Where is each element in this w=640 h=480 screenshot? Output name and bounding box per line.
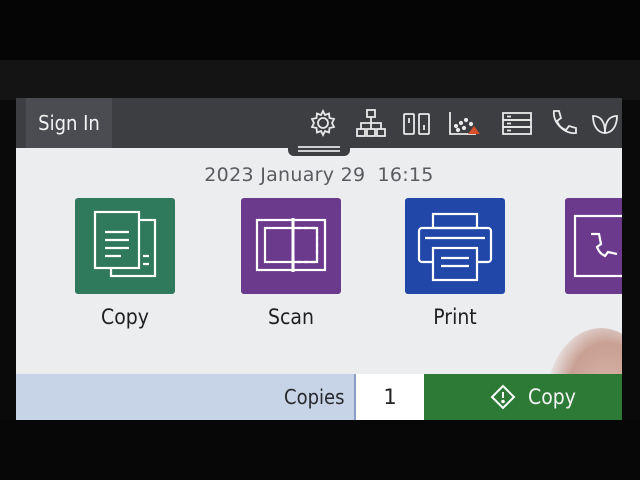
copies-count-field[interactable]: 1 <box>354 374 426 420</box>
wifi-direct-icon[interactable] <box>400 106 434 140</box>
device-bezel-top <box>0 0 640 60</box>
start-copy-button[interactable]: Copy <box>424 374 622 420</box>
phone-icon[interactable] <box>546 106 580 140</box>
date-text: 2023 January 29 <box>204 164 366 186</box>
ink-levels-icon[interactable] <box>446 106 480 140</box>
network-icon[interactable] <box>354 106 388 140</box>
printer-control-panel: Sign In 2023 January 29 16:15 Copy Scan … <box>16 98 622 420</box>
start-diamond-icon <box>490 384 516 410</box>
gear-icon[interactable] <box>306 106 340 140</box>
home-drawer-handle[interactable] <box>288 146 350 156</box>
tray-icon[interactable] <box>500 106 534 140</box>
app-label: Copy <box>101 305 149 329</box>
copies-label: Copies <box>284 385 345 409</box>
app-tile-copy[interactable]: Copy <box>75 198 185 338</box>
start-copy-label: Copy <box>528 385 576 409</box>
app-tile-scan[interactable]: Scan <box>241 198 351 338</box>
scan-icon[interactable] <box>241 198 341 294</box>
fax-icon[interactable] <box>565 198 622 294</box>
app-tile-fax[interactable] <box>565 198 622 338</box>
date-time-display: 2023 January 29 16:15 <box>16 164 622 186</box>
status-bar: Sign In <box>16 98 622 156</box>
copy-icon[interactable] <box>75 198 175 294</box>
app-tile-print[interactable]: Print <box>405 198 515 338</box>
device-bezel-band <box>0 60 640 100</box>
device-bezel-bottom <box>0 420 640 480</box>
app-label: Scan <box>268 305 314 329</box>
time-text: 16:15 <box>377 164 434 186</box>
app-label: Print <box>433 305 477 329</box>
eco-leaf-icon[interactable] <box>588 106 622 140</box>
print-icon[interactable] <box>405 198 505 294</box>
action-bar: Copies 1 Copy <box>16 374 622 420</box>
sign-in-button[interactable]: Sign In <box>26 98 112 148</box>
